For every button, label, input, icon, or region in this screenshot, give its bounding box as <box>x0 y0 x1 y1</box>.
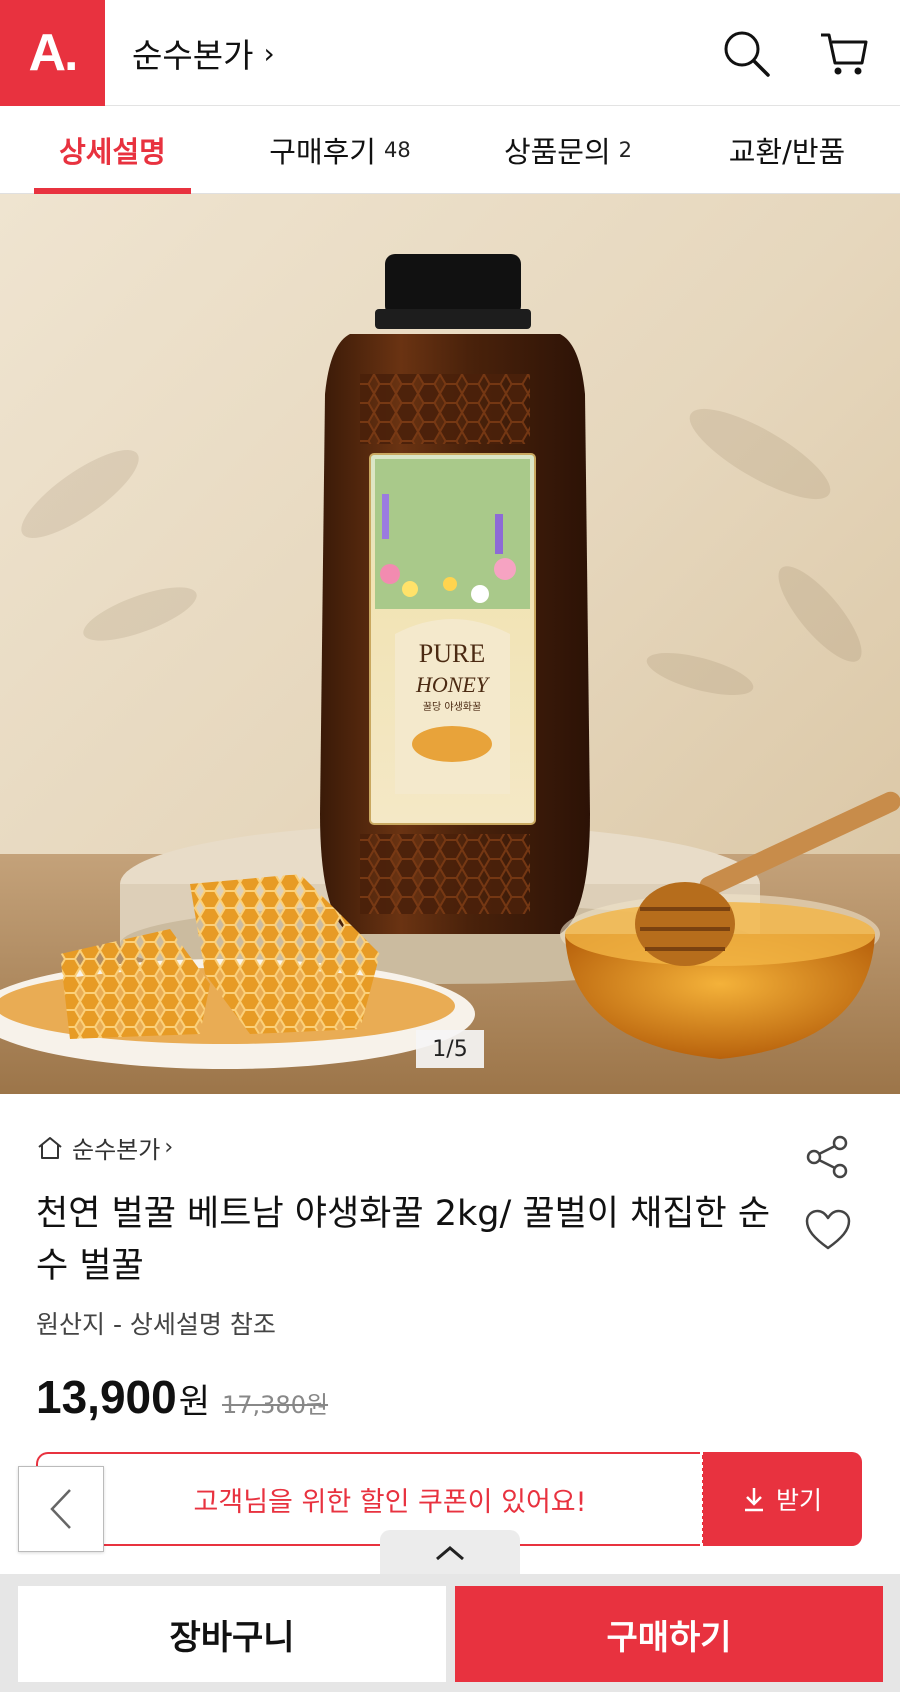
coupon-message: 고객님을 위한 할인 쿠폰이 있어요! <box>193 1486 587 1518</box>
share-icon[interactable] <box>804 1134 850 1180</box>
heart-icon[interactable] <box>804 1208 852 1252</box>
expand-toggle[interactable] <box>380 1530 520 1576</box>
store-name-link[interactable]: 순수본가 › <box>132 28 275 78</box>
product-origin: 원산지 - 상세설명 참조 <box>36 1310 276 1339</box>
chevron-left-icon <box>50 1489 71 1529</box>
product-image-carousel[interactable]: PURE HONEY 꿀당 야생화꿀 <box>0 194 900 1094</box>
brand-name: 순수본가 <box>72 1136 161 1164</box>
label-text-pure: PURE <box>419 639 485 668</box>
original-price: 17,380원 <box>221 1391 329 1419</box>
tab-label: 상품문의 <box>503 135 611 169</box>
tab-label: 구매후기 <box>269 135 376 169</box>
tab-details[interactable]: 상세설명 <box>34 106 191 194</box>
brand-store-link[interactable]: 순수본가 › <box>36 1130 173 1165</box>
coupon-divider <box>700 1452 706 1546</box>
carousel-page-indicator: 1/5 <box>416 1030 484 1068</box>
product-tabs: 상세설명 구매후기 48 상품문의 2 교환/반품 <box>0 106 900 194</box>
sale-price: 13,900 <box>36 1371 177 1423</box>
download-icon <box>744 1488 763 1512</box>
product-title: 천연 벌꿀 베트남 야생화꿀 2kg/ 꿀벌이 채집한 순수 벌꿀 <box>36 1194 771 1286</box>
coupon-button-label: 받기 <box>775 1486 822 1515</box>
add-to-cart-button[interactable]: 장바구니 <box>18 1586 446 1682</box>
store-name: 순수본가 <box>132 36 254 75</box>
coupon-download-button[interactable]: 받기 <box>702 1452 862 1546</box>
price-block: 13,900 원 17,380원 <box>36 1370 328 1424</box>
logo-text: A. <box>28 24 79 82</box>
chevron-right-icon: › <box>164 1135 174 1160</box>
coupon-banner[interactable]: 고객님을 위한 할인 쿠폰이 있어요! <box>36 1452 702 1546</box>
buy-now-button[interactable]: 구매하기 <box>455 1586 883 1682</box>
tab-exchange-return[interactable]: 교환/반품 <box>702 106 872 194</box>
label-subtext: 꿀당 야생화꿀 <box>423 701 481 713</box>
tab-label: 상세설명 <box>59 135 166 169</box>
home-icon <box>38 1136 62 1159</box>
product-photo: PURE HONEY 꿀당 야생화꿀 <box>0 194 900 1094</box>
tab-reviews[interactable]: 구매후기 48 <box>250 106 430 194</box>
search-icon[interactable] <box>720 27 772 79</box>
prev-arrow-button[interactable] <box>18 1466 104 1552</box>
chevron-up-icon <box>436 1546 464 1561</box>
cart-icon[interactable] <box>818 27 870 79</box>
app-logo[interactable]: A. <box>0 0 105 106</box>
tab-inquiries[interactable]: 상품문의 2 <box>478 106 658 194</box>
price-currency: 원 <box>178 1382 210 1422</box>
tab-count: 48 <box>384 138 411 162</box>
tab-count: 2 <box>618 138 633 162</box>
label-text-honey: HONEY <box>415 672 491 697</box>
chevron-right-icon: › <box>263 36 275 70</box>
tab-label: 교환/반품 <box>728 135 846 169</box>
top-header: A. 순수본가 › <box>0 0 900 106</box>
